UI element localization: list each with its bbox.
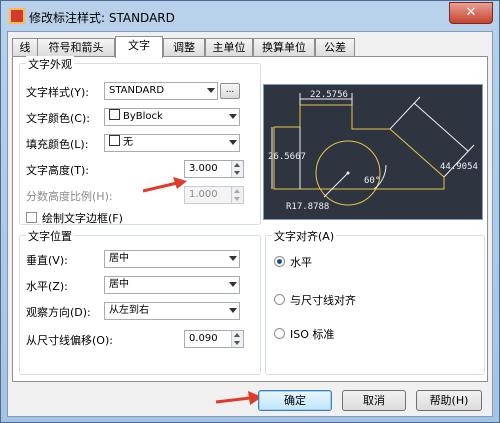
fraction-scale-value: 1.000 — [189, 189, 218, 200]
text-color-label: 文字颜色(C): — [26, 112, 90, 125]
dimension-preview: 22.5756 26.5667 44.9054 60° R17.8788 — [263, 84, 483, 220]
text-height-value: 3.000 — [189, 163, 218, 174]
fill-color-label: 填充颜色(L): — [26, 138, 89, 151]
preview-dim-right: 44.9054 — [440, 162, 478, 172]
cancel-button[interactable]: 取消 — [342, 390, 406, 411]
tab-tolerances[interactable]: 公差 — [315, 38, 355, 56]
tab-alternate-units[interactable]: 换算单位 — [253, 38, 315, 56]
tab-fit[interactable]: 调整 — [163, 38, 205, 56]
group-title-alignment: 文字对齐(A) — [272, 228, 337, 244]
group-title-placement: 文字位置 — [26, 228, 74, 244]
offset-input[interactable]: 0.090 — [184, 330, 244, 348]
text-color-select[interactable]: ByBlock — [104, 108, 240, 126]
fraction-scale-input: 1.000 — [184, 186, 244, 204]
preview-drawing: 22.5756 26.5667 44.9054 60° R17.8788 — [268, 90, 478, 212]
align-dimline-radio[interactable] — [274, 294, 285, 305]
draw-frame-checkbox[interactable] — [26, 212, 37, 223]
window-title: 修改标注样式: STANDARD — [29, 11, 175, 25]
close-button[interactable]: ✕ — [449, 2, 493, 24]
text-height-label: 文字高度(T): — [26, 164, 90, 177]
view-direction-select[interactable]: 从左到右 — [104, 302, 240, 320]
fill-color-select[interactable]: 无 — [104, 134, 240, 152]
ok-button[interactable]: 确定 — [258, 390, 332, 411]
spinner-arrows-icon[interactable] — [231, 331, 243, 347]
align-iso-radio[interactable] — [274, 328, 285, 339]
preview-dim-angle: 60° — [364, 176, 380, 186]
text-color-value: ByBlock — [123, 111, 163, 122]
text-style-select[interactable]: STANDARD — [104, 82, 218, 100]
horizontal-value: 居中 — [109, 279, 129, 290]
align-iso-label[interactable]: ISO 标准 — [290, 326, 334, 342]
tab-lines[interactable]: 线 — [12, 38, 38, 56]
chevron-down-icon — [229, 114, 237, 119]
annotation-arrow-ok — [215, 391, 262, 405]
text-appearance-group: 文字外观 文字样式(Y): STANDARD ... 文字颜色(C): ByBl… — [19, 56, 261, 226]
vertical-label: 垂直(V): — [26, 254, 68, 267]
view-direction-label: 观察方向(D): — [26, 306, 91, 319]
horizontal-select[interactable]: 居中 — [104, 276, 240, 294]
text-placement-group: 文字位置 垂直(V): 居中 水平(Z): 居中 观察方向(D): 从左到右 从… — [19, 228, 261, 375]
chevron-down-icon — [229, 282, 237, 287]
dialog-client: 线 符号和箭头 文字 调整 主单位 换算单位 公差 文字外观 文字样式(Y): … — [7, 31, 493, 417]
chevron-down-icon — [207, 88, 215, 93]
text-alignment-group: 文字对齐(A) 水平 与尺寸线对齐 ISO 标准 — [265, 228, 485, 375]
preview-dim-top: 22.5756 — [310, 90, 348, 100]
text-style-value: STANDARD — [109, 85, 165, 96]
align-horizontal-radio[interactable] — [274, 256, 285, 267]
preview-dim-left: 26.5667 — [268, 152, 306, 162]
spinner-arrows-icon — [231, 187, 243, 203]
view-direction-value: 从左到右 — [109, 305, 149, 316]
annotation-arrow-height — [142, 177, 187, 193]
align-horizontal-label[interactable]: 水平 — [290, 254, 312, 270]
color-swatch-icon — [109, 135, 120, 146]
tab-symbols-arrows[interactable]: 符号和箭头 — [37, 38, 115, 56]
help-button[interactable]: 帮助(H) — [416, 390, 482, 411]
offset-label: 从尺寸线偏移(O): — [26, 334, 113, 347]
preview-dim-radius: R17.8788 — [286, 202, 329, 212]
vertical-select[interactable]: 居中 — [104, 250, 240, 268]
horizontal-label: 水平(Z): — [26, 280, 68, 293]
title-bar[interactable]: 修改标注样式: STANDARD ✕ — [1, 1, 499, 31]
tab-panel-text: 文字外观 文字样式(Y): STANDARD ... 文字颜色(C): ByBl… — [12, 56, 488, 382]
chevron-down-icon — [229, 256, 237, 261]
color-swatch-icon — [109, 109, 120, 120]
tab-primary-units[interactable]: 主单位 — [205, 38, 253, 56]
browse-style-button[interactable]: ... — [220, 83, 240, 99]
chevron-down-icon — [229, 308, 237, 313]
text-height-input[interactable]: 3.000 — [184, 160, 244, 178]
group-title-appearance: 文字外观 — [26, 56, 74, 72]
fill-color-value: 无 — [123, 137, 133, 148]
chevron-down-icon — [229, 140, 237, 145]
tab-text[interactable]: 文字 — [115, 36, 163, 58]
draw-frame-label[interactable]: 绘制文字边框(F) — [42, 210, 123, 226]
spinner-arrows-icon[interactable] — [231, 161, 243, 177]
app-icon — [9, 8, 25, 24]
fraction-scale-label: 分数高度比例(H): — [26, 190, 113, 203]
align-dimline-label[interactable]: 与尺寸线对齐 — [290, 292, 356, 308]
text-style-label: 文字样式(Y): — [26, 86, 90, 99]
close-icon: ✕ — [465, 5, 477, 20]
offset-value: 0.090 — [189, 333, 218, 344]
vertical-value: 居中 — [109, 253, 129, 264]
dialog-window: 修改标注样式: STANDARD ✕ 线 符号和箭头 文字 调整 主单位 换算单… — [0, 0, 500, 423]
